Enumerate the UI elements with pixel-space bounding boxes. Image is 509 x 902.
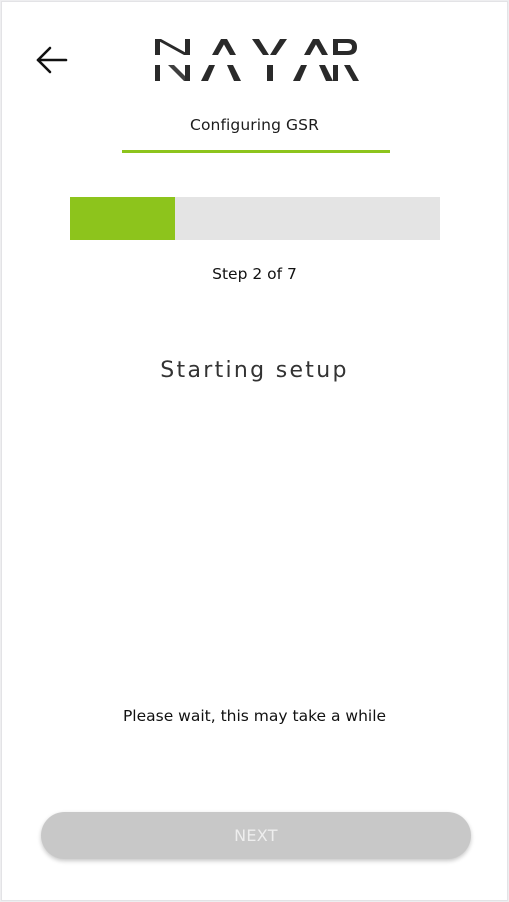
next-button[interactable]: NEXT <box>41 812 471 859</box>
page-subtitle: Configuring GSR <box>190 116 319 134</box>
back-button[interactable] <box>32 40 72 80</box>
status-heading: Starting setup <box>160 358 349 383</box>
subtitle-underline <box>122 150 390 153</box>
app-screen: Configuring GSR Step 2 of 7 Starting set… <box>1 1 508 901</box>
progress-bar <box>70 197 440 240</box>
brand-logo <box>155 39 359 81</box>
wait-message: Please wait, this may take a while <box>122 707 387 725</box>
step-indicator: Step 2 of 7 <box>212 265 297 283</box>
arrow-left-icon <box>36 46 68 74</box>
progress-bar-fill <box>70 197 176 240</box>
